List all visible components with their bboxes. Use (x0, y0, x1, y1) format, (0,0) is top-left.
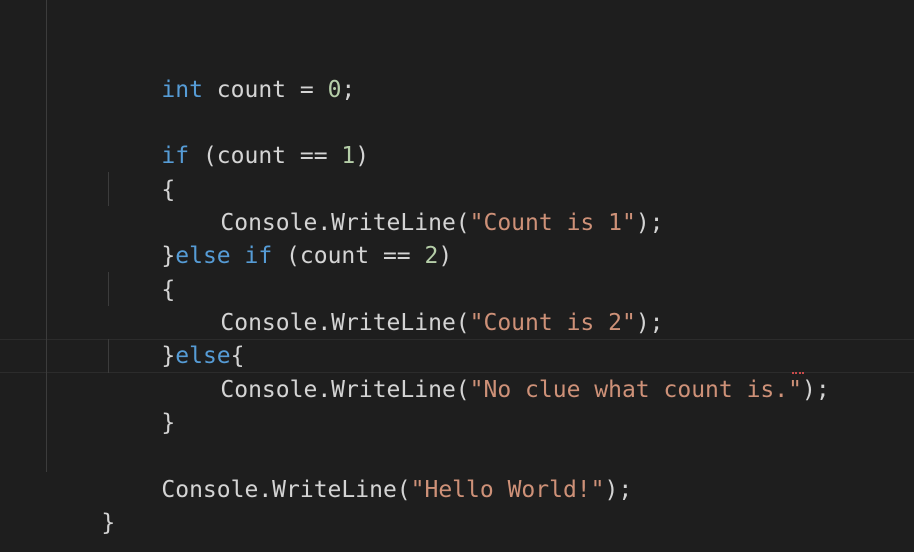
code-line-4[interactable]: Console.WriteLine("Count is 1"); (165, 172, 663, 236)
error-squiggle (792, 369, 804, 374)
code-line-11[interactable]: Console.WriteLine("Hello World!"); (106, 439, 632, 503)
string-literal: "Count is 2" (469, 310, 636, 336)
string-literal: "No clue what count is." (469, 377, 802, 403)
string-literal: "Hello World!" (410, 477, 605, 503)
close-brace: } (101, 510, 116, 536)
number-literal: 2 (424, 243, 439, 269)
code-punctuation: ); (801, 377, 830, 403)
string-literal: "Count is 1" (469, 210, 636, 236)
keyword-int: int (161, 77, 203, 103)
code-punctuation: ) (355, 143, 370, 169)
number-literal: 0 (327, 77, 342, 103)
code-line-5[interactable]: }else if (count == 2) (106, 205, 452, 269)
method-call: Console.WriteLine( (220, 310, 470, 336)
code-punctuation: ; (341, 77, 356, 103)
code-text: count = (202, 77, 328, 103)
code-line-12[interactable]: } (46, 472, 115, 536)
code-editor[interactable]: int count = 0; if (count == 1) { Console… (0, 0, 914, 552)
code-line-6[interactable]: { (106, 239, 175, 303)
code-line-7[interactable]: Console.WriteLine("Count is 2"); (165, 272, 663, 336)
indent-guide-outer (46, 0, 47, 472)
code-line-1[interactable]: int count = 0; (106, 39, 355, 103)
method-call: Console.WriteLine( (161, 477, 411, 503)
code-punctuation: ); (635, 310, 664, 336)
code-line-8[interactable]: }else{ (106, 305, 244, 369)
code-line-9[interactable]: Console.WriteLine("No clue what count is… (165, 339, 829, 403)
close-brace: } (161, 410, 176, 436)
code-line-3[interactable]: { (106, 139, 175, 203)
number-literal: 1 (341, 143, 356, 169)
code-punctuation: ) (438, 243, 453, 269)
keyword-else-if: else if (175, 243, 273, 269)
code-text: (count == (189, 143, 342, 169)
code-text: (count == (272, 243, 425, 269)
code-line-10[interactable]: } (106, 372, 175, 436)
code-punctuation: ); (604, 477, 633, 503)
code-punctuation: ); (635, 210, 664, 236)
method-call: Console.WriteLine( (220, 377, 470, 403)
code-line-2[interactable]: if (count == 1) (106, 105, 369, 169)
